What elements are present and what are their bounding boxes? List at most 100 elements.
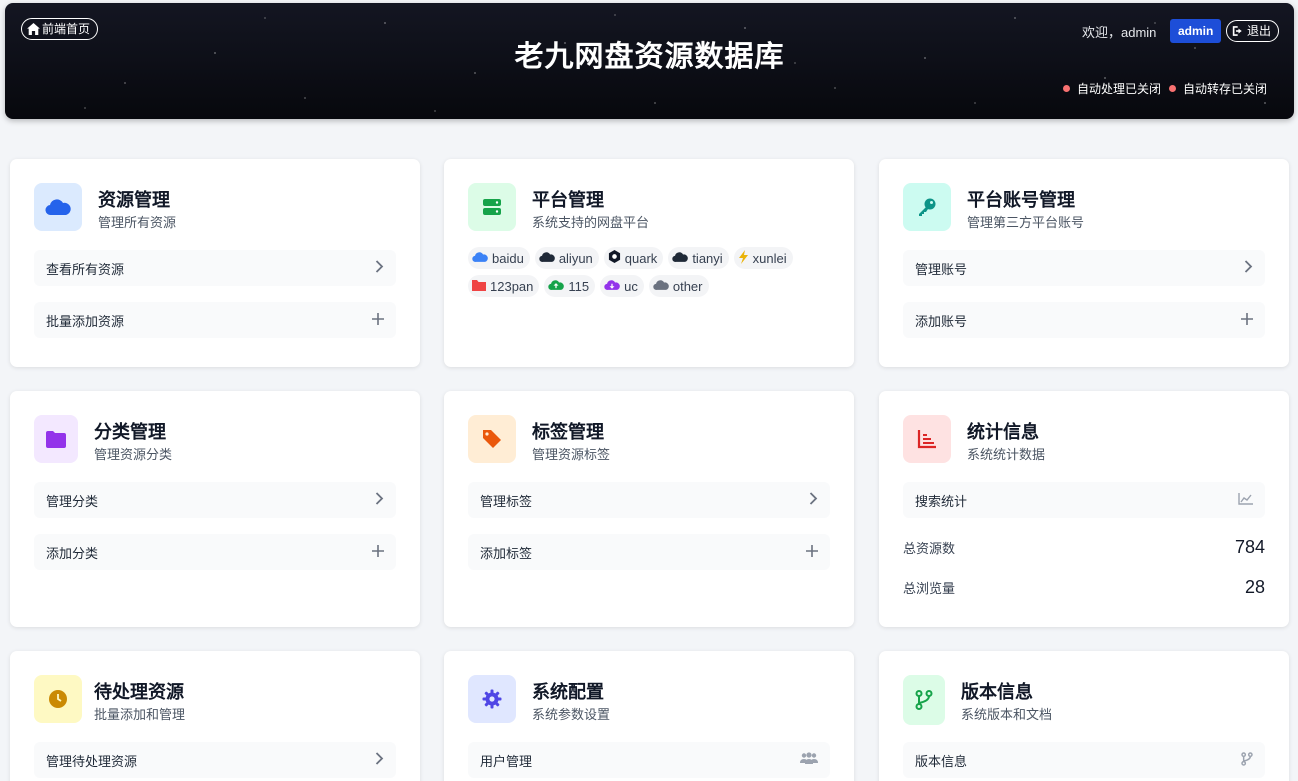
platform-name: baidu <box>492 250 524 266</box>
row-label: 批量添加资源 <box>46 313 125 329</box>
card-title: 资源管理 <box>98 190 170 210</box>
row-label: 管理分类 <box>46 493 99 509</box>
cloud-icon <box>539 251 555 266</box>
card-subtitle: 系统支持的网盘平台 <box>532 215 650 230</box>
card-subtitle: 管理资源标签 <box>532 447 611 462</box>
card-subtitle: 系统版本和文档 <box>961 707 1053 722</box>
card-resource: 资源管理 管理所有资源 查看所有资源 批量添加资源 <box>10 159 420 367</box>
total-resources-label: 总资源数 <box>903 541 956 556</box>
card-title: 标签管理 <box>532 422 604 442</box>
git-branch-icon <box>1241 751 1253 769</box>
auto-process-status: 自动处理已关闭 <box>1062 80 1161 97</box>
chart-icon <box>903 415 951 463</box>
platform-name: aliyun <box>558 250 593 266</box>
card-title: 版本信息 <box>961 682 1033 702</box>
platform-pill-aliyun: aliyun <box>534 247 599 269</box>
row-label: 搜索统计 <box>915 493 968 509</box>
version-info-row[interactable]: 版本信息 <box>903 742 1265 778</box>
platform-name: xunlei <box>752 250 787 266</box>
total-views-value: 28 <box>1244 577 1265 597</box>
card-account: 平台账号管理 管理第三方平台账号 管理账号 添加账号 <box>879 159 1289 367</box>
cloud-icon <box>672 251 689 266</box>
chevron-right-icon <box>809 492 818 508</box>
manage-pending-row[interactable]: 管理待处理资源 <box>34 742 396 778</box>
batch-add-resources-row[interactable]: 批量添加资源 <box>34 302 396 338</box>
view-all-resources-row[interactable]: 查看所有资源 <box>34 250 396 286</box>
manage-tags-row[interactable]: 管理标签 <box>468 482 830 518</box>
card-stats: 统计信息 系统统计数据 搜索统计 总资源数 784 总浏览量 28 <box>879 391 1289 627</box>
row-label: 添加账号 <box>915 313 968 329</box>
key-icon <box>903 183 951 231</box>
folder-icon <box>34 415 78 463</box>
manage-categories-row[interactable]: 管理分类 <box>34 482 396 518</box>
chevron-right-icon <box>1244 260 1253 276</box>
status-dot-icon <box>1062 85 1070 92</box>
platform-name: 115 <box>568 278 590 294</box>
platform-pill-115: 115 <box>544 275 596 297</box>
add-account-row[interactable]: 添加账号 <box>903 302 1265 338</box>
cloud-icon <box>34 183 82 231</box>
row-label: 用户管理 <box>480 753 533 769</box>
header-banner: 前端首页 老九网盘资源数据库 欢迎，admin admin 退出 自动处理已关闭… <box>5 3 1294 119</box>
card-title: 分类管理 <box>94 422 166 442</box>
row-label: 添加分类 <box>46 545 99 561</box>
line-chart-icon <box>1238 492 1253 508</box>
card-platform: 平台管理 系统支持的网盘平台 baidu aliyun quark tianyi… <box>444 159 854 367</box>
plus-icon <box>372 312 384 328</box>
row-label: 添加标签 <box>480 545 533 561</box>
tag-icon <box>468 415 516 463</box>
row-label: 管理待处理资源 <box>46 753 138 769</box>
status-row: 自动处理已关闭 自动转存已关闭 <box>1062 80 1267 97</box>
server-icon <box>468 183 516 231</box>
card-subtitle: 系统参数设置 <box>532 707 611 722</box>
platform-name: quark <box>624 250 658 266</box>
card-pending: 待处理资源 批量添加和管理 管理待处理资源 <box>10 651 420 781</box>
card-title: 待处理资源 <box>94 682 184 702</box>
search-stats-row[interactable]: 搜索统计 <box>903 482 1265 518</box>
cloud-icon <box>653 279 669 294</box>
total-resources-value: 784 <box>1234 537 1265 557</box>
auto-save-label: 自动转存已关闭 <box>1182 82 1267 96</box>
card-subtitle: 批量添加和管理 <box>94 707 186 722</box>
users-icon <box>800 752 818 768</box>
platform-pill-baidu: baidu <box>468 247 530 269</box>
user-management-row[interactable]: 用户管理 <box>468 742 830 778</box>
chevron-right-icon <box>375 260 384 276</box>
platform-pill-xunlei: xunlei <box>733 247 793 269</box>
card-subtitle: 管理资源分类 <box>94 447 173 462</box>
logout-label: 退出 <box>1247 23 1272 38</box>
add-tag-row[interactable]: 添加标签 <box>468 534 830 570</box>
chevron-right-icon <box>375 752 384 768</box>
platform-pill-other: other <box>648 275 709 297</box>
add-category-row[interactable]: 添加分类 <box>34 534 396 570</box>
total-views-label: 总浏览量 <box>903 581 956 596</box>
bolt-icon <box>738 249 749 267</box>
row-label: 查看所有资源 <box>46 261 125 277</box>
clock-icon <box>34 675 82 723</box>
quark-icon <box>608 250 621 266</box>
gear-icon <box>468 675 516 723</box>
card-title: 平台管理 <box>532 190 604 210</box>
total-resources-stat: 总资源数 784 <box>903 537 1265 558</box>
admin-badge[interactable]: admin <box>1170 19 1222 43</box>
platform-name: tianyi <box>692 250 723 266</box>
card-subtitle: 管理第三方平台账号 <box>967 215 1085 230</box>
platform-pill-uc: uc <box>600 275 644 297</box>
welcome-text: 欢迎，admin <box>1082 25 1157 40</box>
plus-icon <box>1241 312 1253 328</box>
platform-name: other <box>672 278 703 294</box>
platform-name: 123pan <box>490 278 534 294</box>
logout-button[interactable]: 退出 <box>1226 20 1280 42</box>
row-label: 版本信息 <box>915 753 968 769</box>
platform-pill-quark: quark <box>603 247 664 269</box>
card-tag: 标签管理 管理资源标签 管理标签 添加标签 <box>444 391 854 627</box>
platform-name: uc <box>624 278 638 294</box>
status-dot-icon <box>1168 85 1176 92</box>
cloud-download-icon <box>604 279 620 294</box>
manage-accounts-row[interactable]: 管理账号 <box>903 250 1265 286</box>
plus-icon <box>372 544 384 560</box>
cloud-icon <box>472 251 488 266</box>
platform-pill-tianyi: tianyi <box>668 247 729 269</box>
row-label: 管理标签 <box>480 493 533 509</box>
auto-process-label: 自动处理已关闭 <box>1076 82 1161 96</box>
